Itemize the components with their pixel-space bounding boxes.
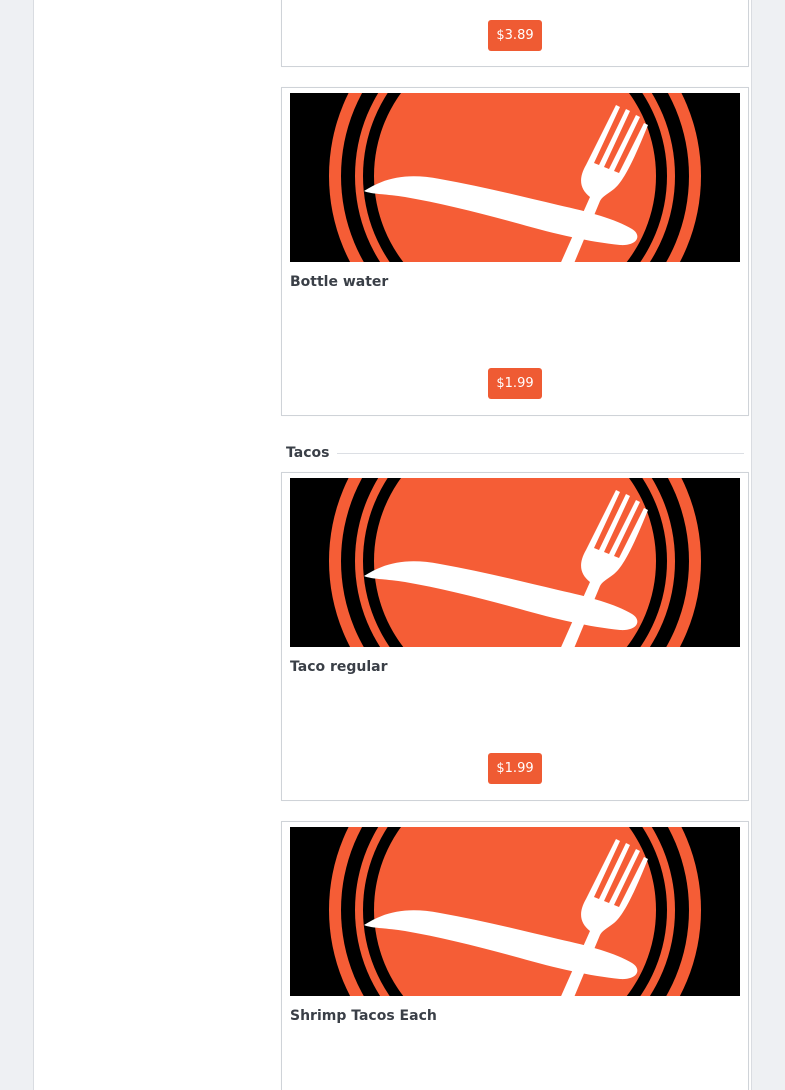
sidebar — [34, 0, 276, 1090]
menu-item-title: Bottle water — [290, 274, 389, 290]
add-to-cart-price-button[interactable]: $1.99 — [488, 753, 542, 784]
plate-fork-knife-icon — [290, 478, 740, 647]
add-to-cart-price-button[interactable]: $3.89 — [488, 20, 542, 51]
right-margin — [752, 0, 785, 1090]
menu-item-card[interactable]: Bottle water $1.99 — [281, 87, 749, 416]
add-to-cart-price-button[interactable]: $1.99 — [488, 368, 542, 399]
section-title: Tacos — [286, 444, 338, 462]
plate-fork-knife-icon — [290, 827, 740, 996]
section-header: Tacos — [286, 444, 744, 464]
menu-item-title: Taco regular — [290, 659, 388, 675]
menu-item-title: Shrimp Tacos Each — [290, 1008, 437, 1024]
menu-item-card[interactable]: $3.89 — [281, 0, 749, 67]
menu-item-card[interactable]: Shrimp Tacos Each — [281, 821, 749, 1090]
plate-fork-knife-icon — [290, 93, 740, 262]
page: $3.89 Bottle water $1.99 Tacos Taco regu… — [0, 0, 785, 1090]
menu-item-card[interactable]: Taco regular $1.99 — [281, 472, 749, 801]
section-divider — [286, 453, 744, 454]
